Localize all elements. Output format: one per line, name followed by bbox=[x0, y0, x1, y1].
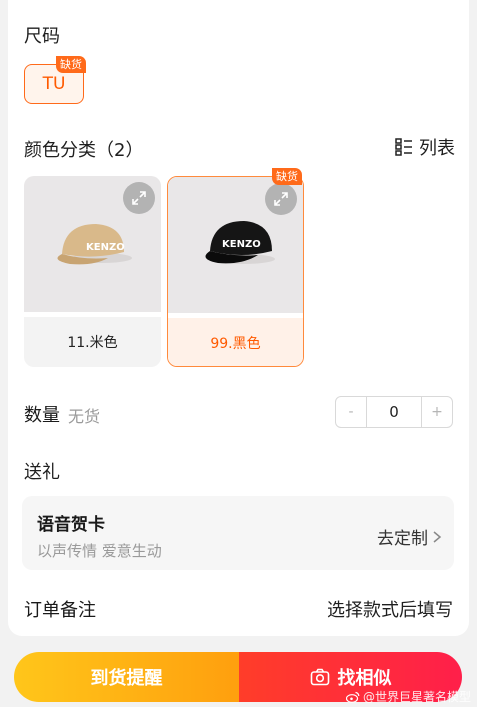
quantity-value[interactable]: 0 bbox=[366, 397, 422, 427]
voice-card-subtitle: 以声传情 爱意生动 bbox=[37, 542, 162, 560]
size-option-label: TU bbox=[42, 74, 66, 94]
expand-icon bbox=[132, 191, 146, 205]
list-view-toggle[interactable]: 列表 bbox=[395, 134, 455, 160]
svg-text:KENZO: KENZO bbox=[86, 242, 125, 253]
increment-button[interactable]: + bbox=[422, 397, 452, 427]
chevron-right-icon bbox=[433, 530, 442, 543]
customize-link[interactable]: 去定制 bbox=[377, 524, 442, 549]
voice-card-title: 语音贺卡 bbox=[37, 515, 105, 535]
list-icon bbox=[395, 138, 412, 156]
watermark: @世界巨星著名模型 bbox=[346, 688, 471, 705]
gift-section-title: 送礼 bbox=[24, 462, 60, 483]
decrement-button[interactable]: - bbox=[336, 397, 366, 427]
restock-notify-button[interactable]: 到货提醒 bbox=[14, 652, 239, 702]
list-toggle-label: 列表 bbox=[419, 138, 455, 159]
color-option-black[interactable]: KENZO 99.黑色 bbox=[167, 176, 304, 367]
find-similar-label: 找相似 bbox=[337, 668, 392, 689]
color-option-beige[interactable]: KENZO 11.米色 bbox=[24, 176, 161, 367]
stock-status: 无货 bbox=[68, 407, 101, 426]
watermark-text: @世界巨星著名模型 bbox=[363, 690, 472, 704]
quantity-stepper: - 0 + bbox=[335, 396, 453, 428]
expand-icon bbox=[274, 192, 288, 206]
color-section-title: 颜色分类（2） bbox=[24, 140, 144, 161]
restock-notify-label: 到货提醒 bbox=[90, 668, 163, 689]
weibo-icon bbox=[346, 691, 360, 703]
svg-text:KENZO: KENZO bbox=[222, 239, 261, 250]
color-option-label: 11.米色 bbox=[24, 317, 161, 367]
product-options-sheet: 尺码 TU 缺货 颜色分类（2） 列表 KENZO 11.米色 KENZO 99… bbox=[8, 0, 469, 636]
order-note-label: 订单备注 bbox=[24, 600, 96, 621]
customize-label: 去定制 bbox=[377, 529, 428, 549]
expand-image-button[interactable] bbox=[265, 183, 297, 215]
color-option-label: 99.黑色 bbox=[168, 318, 303, 366]
size-section-title: 尺码 bbox=[24, 26, 60, 47]
order-note-hint[interactable]: 选择款式后填写 bbox=[327, 596, 453, 622]
camera-icon bbox=[310, 668, 329, 686]
out-of-stock-tag: 缺货 bbox=[56, 56, 86, 73]
out-of-stock-tag: 缺货 bbox=[272, 168, 302, 185]
expand-image-button[interactable] bbox=[123, 182, 155, 214]
voice-card-option[interactable]: 语音贺卡 以声传情 爱意生动 去定制 bbox=[22, 496, 454, 570]
quantity-label: 数量 bbox=[24, 405, 60, 426]
